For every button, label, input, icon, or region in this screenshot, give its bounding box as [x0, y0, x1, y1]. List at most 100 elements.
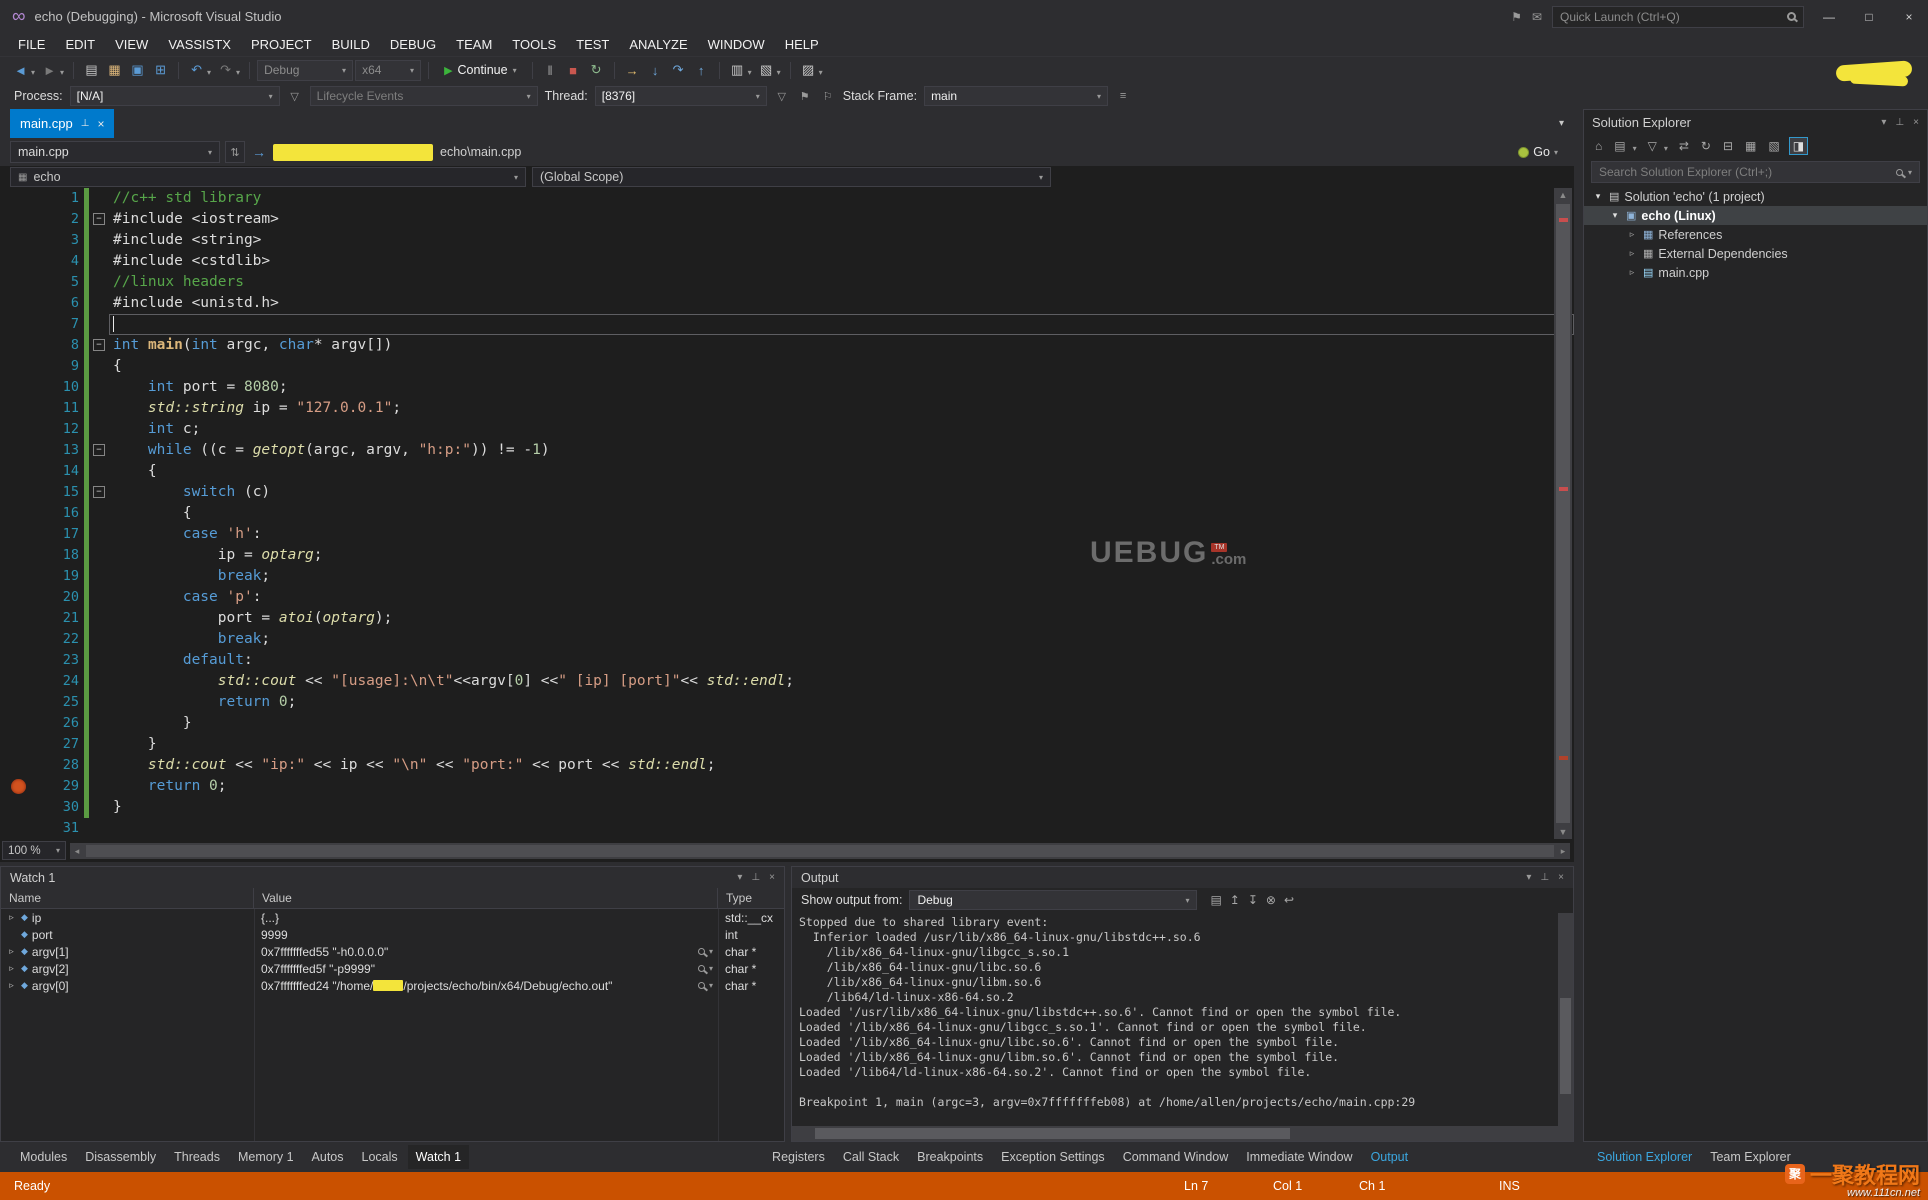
watch-value-cell[interactable]: {...}	[254, 911, 718, 925]
code-line-31[interactable]: 31	[0, 818, 1574, 839]
expander-icon[interactable]: ▹	[6, 963, 17, 974]
output-log[interactable]: Stopped due to shared library event: Inf…	[793, 913, 1557, 1125]
menu-analyze[interactable]: ANALYZE	[619, 33, 697, 56]
word-wrap-icon[interactable]: ↩	[1284, 893, 1294, 907]
quick-launch-input[interactable]: Quick Launch (Ctrl+Q)	[1552, 5, 1804, 28]
bottom-tab-immediate-window[interactable]: Immediate Window	[1238, 1145, 1360, 1169]
code-line-15[interactable]: 15 − switch (c)	[0, 482, 1574, 503]
code-line-text[interactable]: std::string ip = "127.0.0.1";	[109, 398, 1574, 419]
code-line-27[interactable]: 27 }	[0, 734, 1574, 755]
output-horizontal-scrollbar[interactable]	[792, 1126, 1558, 1141]
scrollbar-thumb[interactable]	[814, 1128, 1290, 1139]
menu-test[interactable]: TEST	[566, 33, 619, 56]
expander-icon[interactable]: ▾	[1609, 210, 1621, 221]
menu-view[interactable]: VIEW	[105, 33, 158, 56]
watch-value-cell[interactable]: 0x7fffffffed24 "/home//projects/echo/bin…	[254, 979, 718, 993]
code-line-23[interactable]: 23 default:	[0, 650, 1574, 671]
breakpoint-margin[interactable]	[0, 209, 38, 230]
thread-select[interactable]: [8376] ▾	[594, 86, 767, 106]
editor-vertical-scrollbar[interactable]: ▲ ▼	[1554, 188, 1572, 839]
breakpoint-margin[interactable]	[0, 524, 38, 545]
code-line-13[interactable]: 13 − while ((c = getopt(argc, argv, "h:p:…	[0, 440, 1574, 461]
breakpoint-margin[interactable]	[0, 377, 38, 398]
breakpoint-margin[interactable]	[0, 755, 38, 776]
code-line-text[interactable]: break;	[109, 629, 1574, 650]
code-line-text[interactable]: }	[109, 797, 1574, 818]
refresh-icon[interactable]: ↻	[1698, 138, 1714, 154]
stack-frame-select[interactable]: main ▾	[924, 86, 1109, 106]
tree-item-main-cpp[interactable]: ▹ ▤ main.cpp	[1584, 263, 1927, 282]
watch-name-cell[interactable]: ▹ ◆ argv[1]	[1, 945, 254, 959]
restart-icon[interactable]: ↻	[586, 62, 607, 78]
code-line-6[interactable]: 6 #include <unistd.h>	[0, 293, 1574, 314]
pin-icon[interactable]: ⊥	[1540, 872, 1549, 883]
expander-icon[interactable]: ▹	[6, 912, 17, 923]
solution-search-input[interactable]: Search Solution Explorer (Ctrl+;) ▾	[1591, 161, 1920, 183]
code-editor[interactable]: 1//c++ std library 2− #include <iostream> 3…	[0, 188, 1574, 839]
tree-item-references[interactable]: ▹ ▦ References	[1584, 225, 1927, 244]
bottom-tab-exception-settings[interactable]: Exception Settings	[993, 1145, 1113, 1169]
navigate-backward-icon[interactable]: ◄	[10, 63, 31, 78]
step-into-icon[interactable]: ↓	[645, 63, 666, 78]
find-icon[interactable]: ▨	[798, 62, 819, 78]
menu-tools[interactable]: TOOLS	[502, 33, 566, 56]
breakpoint-margin[interactable]	[0, 545, 38, 566]
tab-list-chevron-icon[interactable]: ▾	[1559, 118, 1564, 129]
code-line-text[interactable]: #include <string>	[109, 230, 1574, 251]
menu-window[interactable]: WINDOW	[698, 33, 775, 56]
bottom-tab-disassembly[interactable]: Disassembly	[77, 1145, 164, 1169]
tree-item-solution-echo-1-project[interactable]: ▾ ▤ Solution 'echo' (1 project)	[1584, 187, 1927, 206]
open-file-icon[interactable]: ▦	[104, 62, 125, 78]
breakpoint-margin[interactable]	[0, 566, 38, 587]
scrollbar-thumb[interactable]	[86, 844, 1554, 857]
code-line-2[interactable]: 2 − #include <iostream>	[0, 209, 1574, 230]
goto-previous-message-icon[interactable]: ↥	[1230, 893, 1240, 907]
types-dropdown[interactable]: ▦ echo ▾	[10, 167, 526, 187]
code-line-text[interactable]	[109, 314, 1574, 335]
watch-name-cell[interactable]: ▹ ◆ ip	[1, 911, 254, 925]
close-icon[interactable]: ×	[1558, 872, 1564, 883]
menu-edit[interactable]: EDIT	[55, 33, 105, 56]
bottom-tab-autos[interactable]: Autos	[304, 1145, 352, 1169]
code-line-text[interactable]	[109, 818, 1574, 839]
scroll-up-icon[interactable]: ▲	[1554, 190, 1572, 200]
watch-name-cell[interactable]: ▹ ◆ argv[0]	[1, 979, 254, 993]
breakpoint-margin[interactable]	[0, 776, 38, 797]
watch-row-argv-2[interactable]: ▹ ◆ argv[2] 0x7fffffffed5f "-p9999" ▾ char *	[1, 960, 784, 977]
show-next-statement-icon[interactable]: →	[622, 63, 643, 78]
breakpoint-margin[interactable]	[0, 503, 38, 524]
watch-row-ip[interactable]: ▹ ◆ ip {...} std::__cx	[1, 909, 784, 926]
menu-debug[interactable]: DEBUG	[380, 33, 446, 56]
breakpoint-margin[interactable]	[0, 461, 38, 482]
bottom-tab-watch-1[interactable]: Watch 1	[407, 1145, 470, 1169]
scroll-down-icon[interactable]: ▼	[1554, 827, 1572, 837]
solution-platforms-select[interactable]: x64 ▾	[355, 59, 422, 81]
code-line-21[interactable]: 21 port = atoi(optarg);	[0, 608, 1574, 629]
pin-tab-icon[interactable]: ⊥	[81, 118, 90, 129]
feedback-icon[interactable]: ✉	[1532, 10, 1542, 24]
code-line-8[interactable]: 8 − int main(int argc, char* argv[])	[0, 335, 1574, 356]
code-line-text[interactable]: ip = optarg;	[109, 545, 1574, 566]
fold-collapse-icon[interactable]: −	[93, 486, 105, 498]
scrollbar-thumb[interactable]	[1560, 998, 1571, 1095]
code-line-18[interactable]: 18 ip = optarg;	[0, 545, 1574, 566]
home-icon[interactable]: ⌂	[1592, 138, 1605, 154]
diagnostics-icon[interactable]: ▧	[756, 62, 777, 78]
close-tab-icon[interactable]: ×	[97, 117, 104, 131]
code-line-text[interactable]: {	[109, 356, 1574, 377]
breakpoint-margin[interactable]	[0, 587, 38, 608]
maximize-button[interactable]: □	[1854, 10, 1884, 24]
solution-configurations-select[interactable]: Debug ▾	[257, 59, 354, 81]
collapse-all-icon[interactable]: ⊟	[1720, 138, 1736, 154]
code-line-text[interactable]: {	[109, 461, 1574, 482]
breakpoint-margin[interactable]	[0, 629, 38, 650]
fold-collapse-icon[interactable]: −	[93, 339, 105, 351]
code-line-1[interactable]: 1 //c++ std library	[0, 188, 1574, 209]
window-position-icon[interactable]: ▾	[1881, 117, 1886, 128]
flag-icon[interactable]: ⚑	[797, 90, 813, 103]
code-line-text[interactable]: #include <iostream>	[109, 209, 1574, 230]
code-line-25[interactable]: 25 return 0;	[0, 692, 1574, 713]
code-line-text[interactable]: {	[109, 503, 1574, 524]
breakpoint-margin[interactable]	[0, 272, 38, 293]
breakpoint-margin[interactable]	[0, 356, 38, 377]
